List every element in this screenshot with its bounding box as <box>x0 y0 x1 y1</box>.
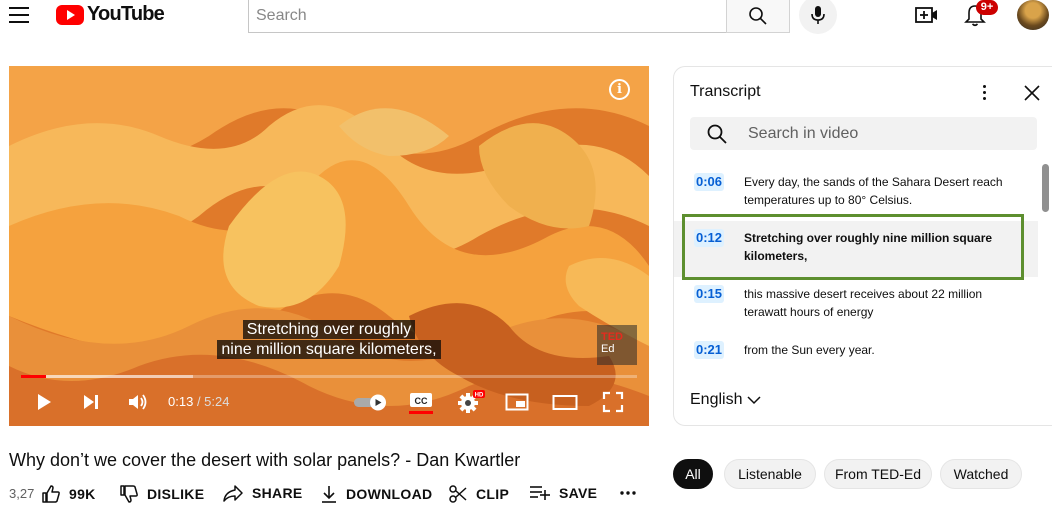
miniplayer-icon <box>505 393 529 411</box>
search-bar <box>248 0 790 33</box>
dislike-label: DISLIKE <box>147 486 205 502</box>
video-add-icon <box>915 7 937 23</box>
segment-timestamp[interactable]: 0:15 <box>694 285 725 303</box>
search-icon <box>707 124 727 144</box>
voice-search-button[interactable] <box>799 0 837 34</box>
panel-title: Transcript <box>690 83 761 100</box>
closed-captions-icon: CC <box>409 393 433 414</box>
chip-listenable[interactable]: Listenable <box>724 459 816 489</box>
more-horizontal-icon <box>620 491 636 495</box>
scissors-icon <box>449 485 467 503</box>
clip-button[interactable]: CLIP <box>448 484 509 504</box>
video-player[interactable]: i Stretching over roughly nine million s… <box>9 66 649 426</box>
autoplay-toggle[interactable] <box>351 384 389 420</box>
segment-text: Every day, the sands of the Sahara Deser… <box>744 175 1003 207</box>
autoplay-toggle-icon <box>354 394 386 411</box>
chip-from-ted-ed[interactable]: From TED-Ed <box>824 459 932 489</box>
play-button[interactable] <box>31 384 57 420</box>
transcript-segment-active[interactable]: 0:12 Stretching over roughly nine millio… <box>674 221 1038 277</box>
logo-text: YouTube <box>87 3 165 25</box>
scrollbar-thumb[interactable] <box>1042 164 1049 212</box>
video-actions-bar: 3,27 99K DISLIKE SHARE DOWNLOAD CLIP SAV… <box>9 484 659 506</box>
segment-text: Stretching over roughly nine million squ… <box>744 231 993 263</box>
more-options-icon[interactable] <box>976 81 992 103</box>
search-icon <box>749 7 767 25</box>
theater-mode-icon <box>552 395 578 410</box>
time-display: 0:13 / 5:24 <box>168 394 229 409</box>
next-button[interactable] <box>78 384 104 420</box>
hamburger-menu-icon[interactable] <box>9 4 35 26</box>
gear-icon: HD <box>458 390 485 413</box>
player-controls: 0:13 / 5:24 CC HD <box>9 384 649 420</box>
youtube-logo[interactable]: YouTube <box>56 3 165 26</box>
play-icon <box>38 394 51 410</box>
segment-text: from the Sun every year. <box>744 343 875 357</box>
segment-timestamp[interactable]: 0:21 <box>694 341 725 359</box>
notification-badge: 9+ <box>976 0 998 15</box>
transcript-segment[interactable]: 0:06 Every day, the sands of the Sahara … <box>674 165 1038 221</box>
skip-next-icon <box>84 395 98 409</box>
transcript-search-input[interactable] <box>748 117 1028 150</box>
progress-played <box>21 375 46 378</box>
like-count: 99K <box>69 486 96 502</box>
view-count: 3,27 <box>9 486 35 501</box>
save-button[interactable]: SAVE <box>529 484 597 502</box>
playlist-add-icon <box>530 486 550 500</box>
clip-label: CLIP <box>476 486 510 502</box>
share-button[interactable]: SHARE <box>222 484 303 502</box>
caption-line-1: Stretching over roughly <box>9 320 649 340</box>
transcript-panel: Transcript 0:06 Every day, the sands of … <box>673 66 1052 426</box>
theater-mode-button[interactable] <box>550 384 580 420</box>
transcript-segment[interactable]: 0:15 this massive desert receives about … <box>674 277 1038 333</box>
segment-timestamp[interactable]: 0:06 <box>694 173 725 191</box>
download-label: DOWNLOAD <box>346 486 433 502</box>
chevron-down-icon <box>747 396 762 405</box>
more-actions-icon[interactable] <box>619 490 637 496</box>
caption-line-2: nine million square kilometers, <box>9 340 649 360</box>
transcript-segment[interactable]: 0:21 from the Sun every year. <box>674 333 1038 389</box>
thumbs-up-icon <box>42 485 60 503</box>
masthead: YouTube 9+ <box>0 0 1052 40</box>
search-input[interactable] <box>248 0 727 33</box>
like-button[interactable]: 99K <box>41 484 96 504</box>
video-frame-desert-illustration <box>9 66 649 426</box>
language-selector[interactable]: English <box>690 391 762 409</box>
info-card-icon[interactable]: i <box>609 79 630 100</box>
transcript-search-box <box>690 117 1037 150</box>
dislike-button[interactable]: DISLIKE <box>119 484 204 504</box>
fullscreen-button[interactable] <box>599 384 627 420</box>
segment-timestamp[interactable]: 0:12 <box>694 229 725 247</box>
mute-button[interactable] <box>124 384 152 420</box>
progress-bar[interactable] <box>21 375 637 378</box>
share-icon <box>223 485 243 502</box>
share-label: SHARE <box>252 485 303 501</box>
chip-watched[interactable]: Watched <box>940 459 1022 489</box>
thumbs-down-icon <box>120 485 138 503</box>
close-panel-button[interactable] <box>1021 82 1043 104</box>
channel-watermark[interactable]: TED Ed <box>597 325 637 365</box>
chip-all[interactable]: All <box>673 459 713 489</box>
hd-badge: HD <box>475 393 484 399</box>
search-button[interactable] <box>726 0 790 33</box>
video-title: Why don’t we cover the desert with solar… <box>9 450 521 470</box>
svg-text:CC: CC <box>415 396 428 406</box>
save-label: SAVE <box>559 485 598 501</box>
download-button[interactable]: DOWNLOAD <box>320 484 432 504</box>
miniplayer-button[interactable] <box>503 384 531 420</box>
progress-buffered <box>21 375 194 378</box>
subtitles-button[interactable]: CC <box>407 384 435 420</box>
settings-button[interactable]: HD <box>456 384 486 420</box>
avatar[interactable] <box>1017 0 1049 30</box>
language-label: English <box>690 391 743 408</box>
volume-icon <box>129 394 147 410</box>
close-icon <box>1024 85 1040 101</box>
youtube-play-logo-icon <box>56 4 84 25</box>
download-icon <box>322 486 336 503</box>
fullscreen-icon <box>602 391 624 413</box>
create-video-button[interactable] <box>914 4 940 26</box>
segment-text: this massive desert receives about 22 mi… <box>744 287 983 319</box>
current-time: 0:13 <box>168 394 194 409</box>
duration: / 5:24 <box>196 394 230 409</box>
microphone-icon <box>811 6 825 24</box>
